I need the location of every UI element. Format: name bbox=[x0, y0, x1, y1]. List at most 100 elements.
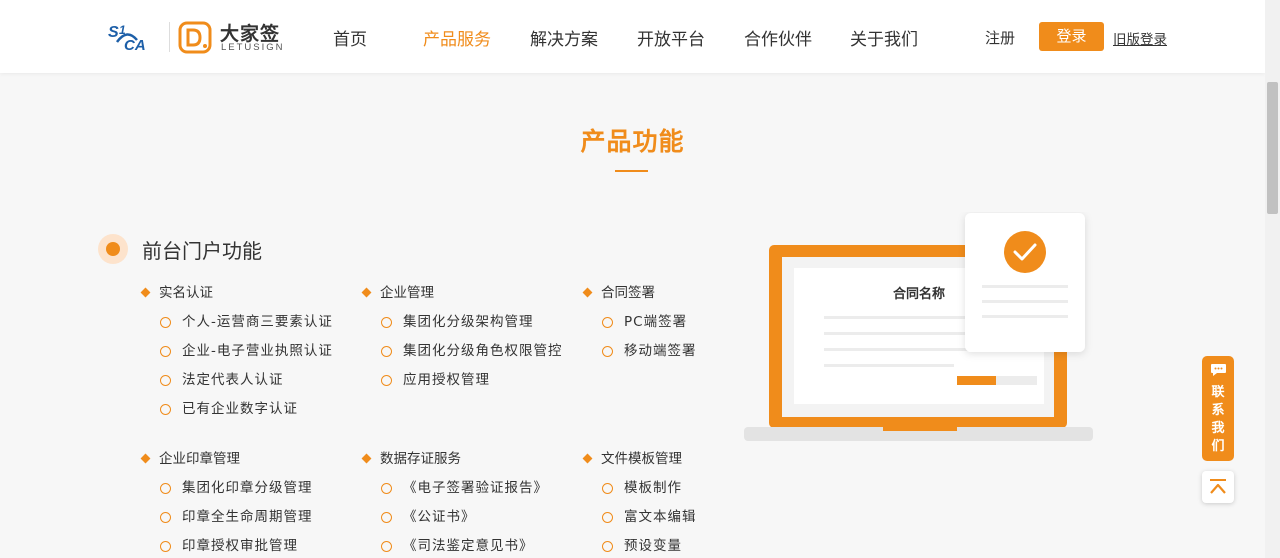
circle-bullet-icon bbox=[381, 512, 392, 523]
check-icon bbox=[1004, 231, 1046, 273]
circle-bullet-icon bbox=[160, 317, 171, 328]
feature-group-evidence: 数据存证服务 《电子签署验证报告》 《公证书》 《司法鉴定意见书》 bbox=[361, 450, 592, 558]
circle-bullet-icon bbox=[381, 346, 392, 357]
list-item[interactable]: 印章授权审批管理 bbox=[160, 537, 371, 558]
list-item-text: 集团化印章分级管理 bbox=[182, 480, 313, 496]
diamond-bullet-icon bbox=[582, 453, 593, 464]
list-item[interactable]: 企业-电子营业执照认证 bbox=[160, 342, 371, 371]
list-item[interactable]: 集团化印章分级管理 bbox=[160, 479, 371, 508]
circle-bullet-icon bbox=[160, 483, 171, 494]
list-item[interactable]: 集团化分级架构管理 bbox=[381, 313, 592, 342]
contact-char: 们 bbox=[1211, 439, 1225, 454]
contact-char: 我 bbox=[1211, 421, 1225, 436]
nav-partners[interactable]: 合作伙伴 bbox=[744, 25, 812, 50]
group-title: 文件模板管理 bbox=[582, 450, 813, 468]
circle-bullet-icon bbox=[602, 512, 613, 523]
circle-bullet-icon bbox=[160, 404, 171, 415]
feature-group-template: 文件模板管理 模板制作 富文本编辑 预设变量 bbox=[582, 450, 813, 558]
list-item-text: 集团化分级架构管理 bbox=[403, 314, 534, 330]
feature-group-seal: 企业印章管理 集团化印章分级管理 印章全生命周期管理 印章授权审批管理 bbox=[140, 450, 371, 558]
list-item-text: PC端签署 bbox=[624, 314, 688, 330]
list-item[interactable]: 富文本编辑 bbox=[602, 508, 813, 537]
list-item[interactable]: 模板制作 bbox=[602, 479, 813, 508]
list-item-text: 移动端签署 bbox=[624, 343, 697, 359]
scrollbar-thumb[interactable] bbox=[1267, 82, 1278, 214]
subsection-dot-inner bbox=[106, 242, 120, 256]
group-title-text: 企业管理 bbox=[380, 285, 434, 301]
circle-bullet-icon bbox=[381, 317, 392, 328]
nav-about[interactable]: 关于我们 bbox=[850, 25, 918, 50]
feature-group-enterprise: 企业管理 集团化分级架构管理 集团化分级角色权限管控 应用授权管理 bbox=[361, 284, 592, 400]
list-item-text: 应用授权管理 bbox=[403, 372, 490, 388]
group-title-text: 实名认证 bbox=[159, 285, 213, 301]
list-item-text: 已有企业数字认证 bbox=[182, 401, 298, 417]
list-item-text: 富文本编辑 bbox=[624, 509, 697, 525]
group-title-text: 合同签署 bbox=[601, 285, 655, 301]
circle-bullet-icon bbox=[602, 483, 613, 494]
list-item[interactable]: 《公证书》 bbox=[381, 508, 592, 537]
contact-us-button[interactable]: 联 系 我 们 bbox=[1202, 356, 1234, 461]
letusign-logo-icon[interactable] bbox=[178, 21, 214, 54]
list-item-text: 模板制作 bbox=[624, 480, 682, 496]
group-title: 企业管理 bbox=[361, 284, 592, 302]
list-item[interactable]: 个人-运营商三要素认证 bbox=[160, 313, 371, 342]
circle-bullet-icon bbox=[381, 483, 392, 494]
group-title-text: 数据存证服务 bbox=[380, 451, 461, 467]
list-item-text: 个人-运营商三要素认证 bbox=[182, 314, 333, 330]
nav-solutions[interactable]: 解决方案 bbox=[530, 25, 598, 50]
circle-bullet-icon bbox=[602, 317, 613, 328]
list-item[interactable]: 预设变量 bbox=[602, 537, 813, 558]
diamond-bullet-icon bbox=[140, 287, 151, 298]
list-item-text: 预设变量 bbox=[624, 538, 682, 554]
list-item-text: 《电子签署验证报告》 bbox=[403, 480, 548, 496]
contact-char: 联 bbox=[1211, 385, 1225, 400]
section-title: 产品功能 bbox=[580, 127, 685, 156]
group-title: 实名认证 bbox=[140, 284, 371, 302]
diamond-bullet-icon bbox=[582, 287, 593, 298]
top-header: S 1 CA 大家签 LETUSIGN 首页 产品服务 解决方案 开放平台 合作… bbox=[0, 0, 1265, 73]
brand-subtitle: LETUSIGN bbox=[221, 42, 285, 53]
nav-products[interactable]: 产品服务 bbox=[423, 25, 491, 50]
circle-bullet-icon bbox=[160, 512, 171, 523]
circle-bullet-icon bbox=[381, 375, 392, 386]
register-link[interactable]: 注册 bbox=[985, 27, 1015, 48]
sinca-logo[interactable]: S 1 CA bbox=[107, 20, 162, 54]
list-item-text: 印章全生命周期管理 bbox=[182, 509, 313, 525]
list-item-text: 《司法鉴定意见书》 bbox=[403, 538, 534, 554]
arrow-up-bar-icon bbox=[1210, 479, 1226, 494]
circle-bullet-icon bbox=[602, 346, 613, 357]
circle-bullet-icon bbox=[160, 346, 171, 357]
svg-text:S: S bbox=[108, 24, 119, 41]
list-item[interactable]: 《电子签署验证报告》 bbox=[381, 479, 592, 508]
chat-bubble-icon bbox=[1211, 364, 1226, 376]
doc-title: 合同名称 bbox=[893, 286, 945, 302]
list-item[interactable]: 集团化分级角色权限管控 bbox=[381, 342, 592, 371]
feature-group-realname: 实名认证 个人-运营商三要素认证 企业-电子营业执照认证 法定代表人认证 已有企… bbox=[140, 284, 371, 429]
list-item[interactable]: 法定代表人认证 bbox=[160, 371, 371, 400]
group-title: 企业印章管理 bbox=[140, 450, 371, 468]
list-item-text: 法定代表人认证 bbox=[182, 372, 284, 388]
list-item[interactable]: 应用授权管理 bbox=[381, 371, 592, 400]
old-login-link[interactable]: 旧版登录 bbox=[1113, 28, 1167, 48]
group-title-text: 文件模板管理 bbox=[601, 451, 682, 467]
back-to-top-button[interactable] bbox=[1202, 471, 1234, 503]
list-item[interactable]: 《司法鉴定意见书》 bbox=[381, 537, 592, 558]
svg-text:CA: CA bbox=[124, 37, 146, 54]
logo-divider bbox=[169, 22, 170, 52]
list-item[interactable]: 已有企业数字认证 bbox=[160, 400, 371, 429]
nav-open-platform[interactable]: 开放平台 bbox=[637, 25, 705, 50]
diamond-bullet-icon bbox=[361, 287, 372, 298]
section-underline bbox=[615, 170, 648, 172]
circle-bullet-icon bbox=[160, 375, 171, 386]
circle-bullet-icon bbox=[381, 541, 392, 552]
nav-home[interactable]: 首页 bbox=[333, 25, 367, 50]
contact-char: 系 bbox=[1211, 403, 1225, 418]
list-item-text: 企业-电子营业执照认证 bbox=[182, 343, 333, 359]
list-item-text: 集团化分级角色权限管控 bbox=[403, 343, 563, 359]
list-item[interactable]: 印章全生命周期管理 bbox=[160, 508, 371, 537]
list-item-text: 《公证书》 bbox=[403, 509, 476, 525]
login-button[interactable]: 登录 bbox=[1039, 22, 1104, 51]
diamond-bullet-icon bbox=[140, 453, 151, 464]
laptop-contract-illustration: 合同名称 bbox=[744, 213, 1093, 441]
list-item-text: 印章授权审批管理 bbox=[182, 538, 298, 554]
